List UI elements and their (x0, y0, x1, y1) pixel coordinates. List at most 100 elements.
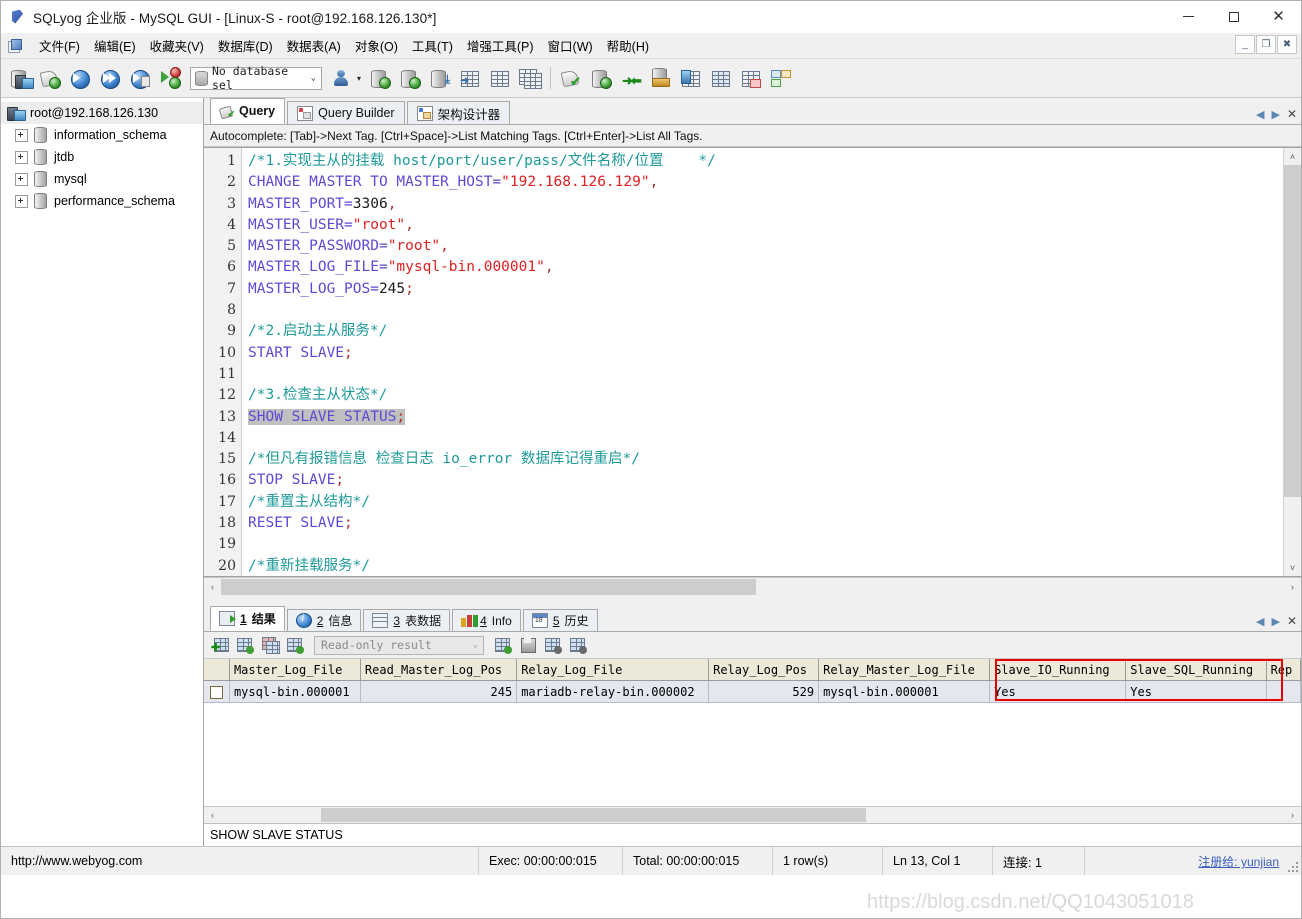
menu-edit[interactable]: 编辑(E) (87, 33, 143, 58)
export-database-icon[interactable] (395, 63, 425, 93)
tab-prev-icon[interactable]: ◀ (1256, 108, 1264, 121)
code-line[interactable]: /*1.实现主从的挂载 host/port/user/pass/文件名称/位置 … (248, 151, 1283, 172)
pane-splitter[interactable] (204, 596, 1301, 606)
expand-icon[interactable] (15, 172, 28, 186)
status-url[interactable]: http://www.webyog.com (1, 847, 479, 875)
column-header[interactable]: Rep (1266, 659, 1301, 681)
menu-file[interactable]: 文件(F) (32, 33, 87, 58)
notification-services-icon[interactable] (706, 63, 736, 93)
code-line[interactable]: STOP SLAVE; (248, 470, 1283, 491)
table-cell[interactable]: mysql-bin.000001 (818, 680, 991, 703)
menu-database[interactable]: 数据库(D) (211, 33, 280, 58)
tab-close-icon[interactable]: ✕ (1287, 107, 1297, 121)
validate-icon[interactable]: ✔ (556, 63, 586, 93)
result-grid-scroll[interactable]: Master_Log_File Read_Master_Log_Pos Relay_… (204, 659, 1301, 806)
mdi-minimize-button[interactable]: _ (1235, 35, 1255, 54)
result-tab-prev-icon[interactable]: ◀ (1256, 615, 1264, 628)
data-sync-icon[interactable]: ➜⬅ (616, 63, 646, 93)
save-changes-icon[interactable] (283, 634, 307, 656)
column-header[interactable]: Relay_Log_File (516, 659, 710, 681)
scheduled-backup-icon[interactable] (676, 63, 706, 93)
grid-scroll-right-icon[interactable]: › (1284, 807, 1301, 824)
query-builder-icon[interactable] (766, 63, 796, 93)
code-line[interactable]: MASTER_LOG_POS=245; (248, 279, 1283, 300)
sync-database-icon[interactable] (586, 63, 616, 93)
export-results-icon[interactable] (491, 634, 515, 656)
code-line[interactable]: MASTER_USER="root", (248, 215, 1283, 236)
new-query-tab-icon[interactable] (35, 63, 65, 93)
menu-window[interactable]: 窗口(W) (541, 33, 600, 58)
refresh-data-icon[interactable] (233, 634, 257, 656)
result-tab-result[interactable]: 1 结果 (210, 606, 285, 631)
result-mode-selector[interactable]: Read-only result ⌄ (314, 635, 484, 655)
table-row[interactable]: mysql-bin.000001 245 mariadb-relay-bin.000… (204, 680, 1301, 703)
expand-icon[interactable] (15, 128, 28, 142)
result-tab-table-data[interactable]: 3 表数据 (363, 609, 451, 631)
copy-row-icon[interactable] (258, 634, 282, 656)
execute-current-query-icon[interactable] (125, 63, 155, 93)
code-line[interactable] (248, 428, 1283, 449)
scroll-down-icon[interactable]: ˅ (1284, 559, 1301, 576)
code-line[interactable]: /*但凡有报错信息 检查日志 io_error 数据库记得重启*/ (248, 449, 1283, 470)
table-cell[interactable]: Yes (1125, 680, 1267, 703)
user-manager-icon[interactable] (327, 63, 357, 93)
row-selector[interactable] (204, 680, 230, 703)
table-cell[interactable] (1266, 680, 1301, 703)
tree-node-jtdb[interactable]: jtdb (1, 146, 203, 168)
result-tab-close-icon[interactable]: ✕ (1287, 614, 1297, 628)
migrate-data-icon[interactable] (646, 63, 676, 93)
table-import-icon[interactable]: ➜ (455, 63, 485, 93)
column-header[interactable]: Master_Log_File (229, 659, 361, 681)
table-data-icon[interactable] (485, 63, 515, 93)
tab-query[interactable]: Query (210, 98, 286, 124)
menu-table[interactable]: 数据表(A) (280, 33, 348, 58)
vscroll-thumb[interactable] (1284, 165, 1301, 497)
code-line[interactable]: /*3.检查主从状态*/ (248, 385, 1283, 406)
grid-corner-cell[interactable] (204, 659, 230, 681)
code-line[interactable]: /*重置主从结构*/ (248, 492, 1283, 513)
table-cell[interactable]: mariadb-relay-bin.000002 (516, 680, 710, 703)
sql-editor[interactable]: 123456789101112131415161718192021 /*1.实现… (204, 148, 1283, 576)
backup-database-icon[interactable]: ⤓ (425, 63, 455, 93)
save-result-icon[interactable] (516, 634, 540, 656)
copy-table-icon[interactable] (515, 63, 545, 93)
maximize-button[interactable] (1211, 1, 1256, 32)
editor-horizontal-scrollbar[interactable]: ‹ › (204, 577, 1301, 596)
execute-query-icon[interactable] (65, 63, 95, 93)
new-connection-icon[interactable] (5, 63, 35, 93)
column-header[interactable]: Read_Master_Log_Pos (360, 659, 518, 681)
grid-hscroll-thumb[interactable] (321, 808, 866, 822)
grid-view-icon[interactable] (541, 634, 565, 656)
result-tab-messages[interactable]: 2 信息 (286, 609, 362, 631)
code-line[interactable]: MASTER_PORT=3306, (248, 194, 1283, 215)
result-tab-history[interactable]: 5 历史 (522, 609, 598, 631)
database-selector[interactable]: No database sel ⌄ (190, 64, 322, 92)
hscroll-thumb[interactable] (221, 579, 756, 595)
table-cell[interactable]: 529 (708, 680, 820, 703)
menu-object[interactable]: 对象(O) (348, 33, 405, 58)
menu-tools[interactable]: 工具(T) (405, 33, 460, 58)
menu-help[interactable]: 帮助(H) (600, 33, 656, 58)
code-line[interactable]: MASTER_PASSWORD="root", (248, 236, 1283, 257)
tree-node-connection[interactable]: root@192.168.126.130 (1, 102, 203, 124)
code-line[interactable]: RESET SLAVE; (248, 513, 1283, 534)
expand-icon[interactable] (15, 194, 28, 208)
tab-next-icon[interactable]: ▶ (1271, 108, 1279, 121)
import-database-icon[interactable] (365, 63, 395, 93)
register-link[interactable]: 注册给: yunjian (1198, 853, 1279, 870)
result-grid[interactable]: Master_Log_File Read_Master_Log_Pos Relay_… (204, 659, 1301, 703)
tree-node-performance-schema[interactable]: performance_schema (1, 190, 203, 212)
column-header[interactable]: Slave_IO_Running (989, 659, 1127, 681)
scroll-left-icon[interactable]: ‹ (204, 579, 221, 596)
table-cell[interactable]: Yes (989, 680, 1127, 703)
code-line[interactable]: START SLAVE; (248, 343, 1283, 364)
menu-favorites[interactable]: 收藏夹(V) (143, 33, 211, 58)
insert-row-icon[interactable]: ✚ (208, 634, 232, 656)
scroll-up-icon[interactable]: ˄ (1284, 148, 1301, 165)
column-header[interactable]: Relay_Log_Pos (708, 659, 820, 681)
grid-hscroll-track[interactable] (221, 808, 1284, 822)
expand-icon[interactable] (15, 150, 28, 164)
tree-node-mysql[interactable]: mysql (1, 168, 203, 190)
editor-vertical-scrollbar[interactable]: ˄ ˅ (1283, 148, 1301, 576)
tab-schema-designer[interactable]: 架构设计器 (406, 101, 511, 124)
